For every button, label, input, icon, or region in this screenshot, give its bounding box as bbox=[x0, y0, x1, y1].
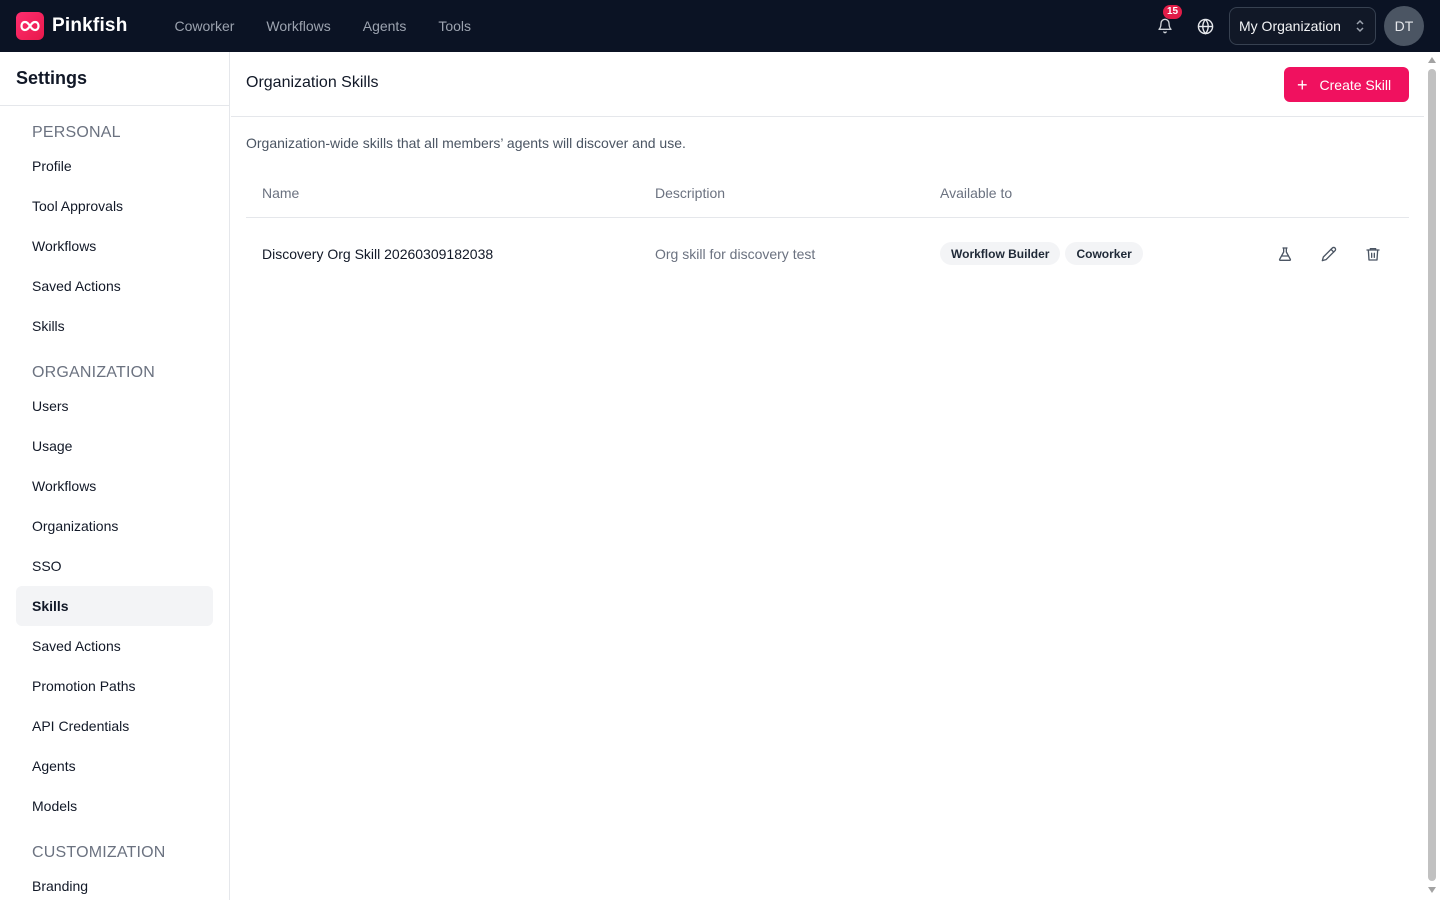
test-skill-button[interactable] bbox=[1273, 242, 1297, 266]
sidebar-item-org-workflows[interactable]: Workflows bbox=[16, 466, 213, 506]
skill-description: Org skill for discovery test bbox=[655, 246, 816, 262]
sidebar-item-usage[interactable]: Usage bbox=[16, 426, 213, 466]
sidebar-item-promotion-paths[interactable]: Promotion Paths bbox=[16, 666, 213, 706]
main-content: Organization Skills + Create Skill Organ… bbox=[231, 52, 1424, 900]
sidebar-item-org-skills[interactable]: Skills bbox=[16, 586, 213, 626]
section-title-customization: CUSTOMIZATION bbox=[32, 844, 166, 861]
available-to-tags: Workflow Builder Coworker bbox=[940, 242, 1148, 265]
sidebar-item-personal-saved-actions[interactable]: Saved Actions bbox=[16, 266, 213, 306]
settings-sidebar: Settings PERSONAL Profile Tool Approvals… bbox=[0, 52, 230, 900]
scroll-down-arrow-icon[interactable] bbox=[1428, 887, 1436, 893]
nav-agents[interactable]: Agents bbox=[363, 18, 407, 34]
infinity-logo-icon bbox=[16, 12, 44, 40]
sidebar-item-agents[interactable]: Agents bbox=[16, 746, 213, 786]
scroll-thumb[interactable] bbox=[1428, 69, 1436, 881]
nav-workflows[interactable]: Workflows bbox=[266, 18, 330, 34]
app-name: Pinkfish bbox=[52, 15, 128, 36]
organization-select-value: My Organization bbox=[1239, 18, 1341, 34]
sidebar-item-models[interactable]: Models bbox=[16, 786, 213, 826]
sidebar-item-branding[interactable]: Branding bbox=[16, 866, 213, 900]
user-avatar[interactable]: DT bbox=[1384, 6, 1424, 46]
language-button[interactable] bbox=[1193, 14, 1217, 38]
section-title-organization: ORGANIZATION bbox=[32, 364, 155, 381]
sidebar-item-profile[interactable]: Profile bbox=[16, 146, 213, 186]
page-header: Organization Skills + Create Skill bbox=[231, 52, 1424, 117]
flask-icon bbox=[1278, 247, 1292, 261]
chevron-up-down-icon bbox=[1356, 19, 1364, 33]
sidebar-item-org-saved-actions[interactable]: Saved Actions bbox=[16, 626, 213, 666]
create-skill-label: Create Skill bbox=[1319, 76, 1392, 93]
page-scrollbar[interactable] bbox=[1424, 52, 1440, 900]
trash-icon bbox=[1366, 248, 1380, 261]
sidebar-item-sso[interactable]: SSO bbox=[16, 546, 213, 586]
skill-name: Discovery Org Skill 20260309182038 bbox=[262, 246, 494, 262]
bell-icon bbox=[1158, 18, 1172, 34]
globe-icon bbox=[1197, 18, 1213, 35]
page-description: Organization-wide skills that all member… bbox=[246, 135, 686, 151]
sidebar-item-tool-approvals[interactable]: Tool Approvals bbox=[16, 186, 213, 226]
scroll-up-arrow-icon[interactable] bbox=[1428, 57, 1436, 63]
top-navbar: Pinkfish Coworker Workflows Agents Tools… bbox=[0, 0, 1440, 52]
create-skill-button[interactable]: + Create Skill bbox=[1284, 67, 1409, 102]
table-header: Name Description Available to bbox=[246, 172, 1409, 218]
nav-tools[interactable]: Tools bbox=[438, 18, 471, 34]
delete-skill-button[interactable] bbox=[1361, 242, 1385, 266]
tag-workflow-builder: Workflow Builder bbox=[940, 242, 1061, 265]
column-header-name: Name bbox=[262, 185, 300, 201]
notifications-button[interactable]: 15 bbox=[1153, 5, 1183, 38]
column-header-description: Description bbox=[655, 185, 726, 201]
sidebar-item-personal-workflows[interactable]: Workflows bbox=[16, 226, 213, 266]
sidebar-item-personal-skills[interactable]: Skills bbox=[16, 306, 213, 346]
app-logo[interactable]: Pinkfish bbox=[16, 12, 128, 40]
notification-count-badge: 15 bbox=[1163, 5, 1183, 19]
sidebar-item-users[interactable]: Users bbox=[16, 386, 213, 426]
sidebar-title: Settings bbox=[0, 52, 229, 106]
tag-coworker: Coworker bbox=[1065, 242, 1143, 265]
edit-skill-button[interactable] bbox=[1317, 242, 1341, 266]
table-row[interactable]: Discovery Org Skill 20260309182038 Org s… bbox=[246, 218, 1409, 290]
section-title-personal: PERSONAL bbox=[32, 124, 121, 141]
organization-select[interactable]: My Organization bbox=[1229, 7, 1376, 45]
page-title: Organization Skills bbox=[246, 74, 379, 91]
plus-icon: + bbox=[1297, 74, 1308, 95]
sidebar-item-organizations[interactable]: Organizations bbox=[16, 506, 213, 546]
pencil-icon bbox=[1321, 246, 1337, 262]
column-header-available-to: Available to bbox=[940, 185, 1013, 201]
top-nav: Coworker Workflows Agents Tools bbox=[175, 18, 504, 34]
nav-coworker[interactable]: Coworker bbox=[175, 18, 235, 34]
sidebar-item-api-credentials[interactable]: API Credentials bbox=[16, 706, 213, 746]
